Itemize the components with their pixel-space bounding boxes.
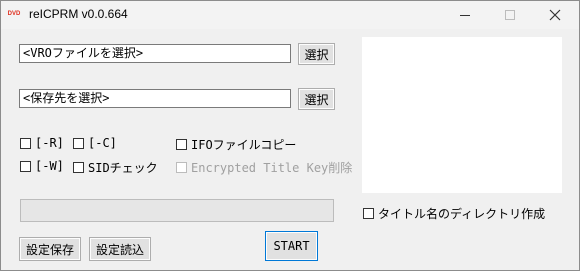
option-r-checkbox[interactable]: [-R] bbox=[20, 136, 64, 150]
save-settings-button[interactable]: 設定保存 bbox=[19, 237, 81, 261]
load-settings-button[interactable]: 設定読込 bbox=[89, 237, 151, 261]
maximize-button bbox=[487, 1, 532, 29]
title-directory-checkbox[interactable]: タイトル名のディレクトリ作成 bbox=[363, 205, 545, 222]
app-icon: DVD bbox=[7, 11, 21, 17]
checkbox-box[interactable] bbox=[20, 160, 31, 172]
app-window: DVD reICPRM v0.0.664 <VROファイルを選択> 選択 <保存… bbox=[0, 0, 580, 271]
vro-file-field[interactable]: <VROファイルを選択> bbox=[19, 44, 291, 63]
select-destination-button[interactable]: 選択 bbox=[298, 88, 335, 110]
minimize-icon bbox=[459, 14, 470, 16]
close-button[interactable] bbox=[532, 1, 577, 29]
window-title: reICPRM v0.0.664 bbox=[29, 7, 128, 21]
sid-check-label: SIDチェック bbox=[88, 161, 158, 175]
title-bar[interactable]: DVD reICPRM v0.0.664 bbox=[1, 1, 579, 29]
minimize-button[interactable] bbox=[442, 1, 487, 29]
select-vro-file-button[interactable]: 選択 bbox=[298, 43, 335, 65]
progress-bar bbox=[20, 199, 334, 222]
maximize-icon bbox=[504, 10, 515, 20]
checkbox-box[interactable] bbox=[20, 137, 31, 149]
close-icon bbox=[549, 9, 560, 21]
checkbox-box[interactable] bbox=[73, 162, 84, 173]
start-button[interactable]: START bbox=[265, 231, 318, 261]
checkbox-box bbox=[176, 162, 187, 173]
option-w-label: [-W] bbox=[35, 159, 64, 173]
checkbox-box[interactable] bbox=[73, 137, 84, 149]
encrypted-title-key-delete-label: Encrypted Title Key削除 bbox=[191, 161, 353, 175]
preview-panel bbox=[362, 37, 562, 193]
ifo-copy-checkbox[interactable]: IFOファイルコピー bbox=[176, 136, 296, 153]
checkbox-box[interactable] bbox=[176, 139, 187, 150]
option-w-checkbox[interactable]: [-W] bbox=[20, 159, 64, 173]
checkbox-box[interactable] bbox=[363, 208, 374, 219]
title-directory-label: タイトル名のディレクトリ作成 bbox=[378, 207, 546, 221]
destination-field[interactable]: <保存先を選択> bbox=[19, 89, 291, 108]
encrypted-title-key-delete-checkbox: Encrypted Title Key削除 bbox=[176, 159, 352, 176]
ifo-copy-label: IFOファイルコピー bbox=[191, 138, 297, 152]
option-c-checkbox[interactable]: [-C] bbox=[73, 136, 117, 150]
option-r-label: [-R] bbox=[35, 136, 64, 150]
sid-check-checkbox[interactable]: SIDチェック bbox=[73, 159, 158, 176]
option-c-label: [-C] bbox=[88, 136, 117, 150]
